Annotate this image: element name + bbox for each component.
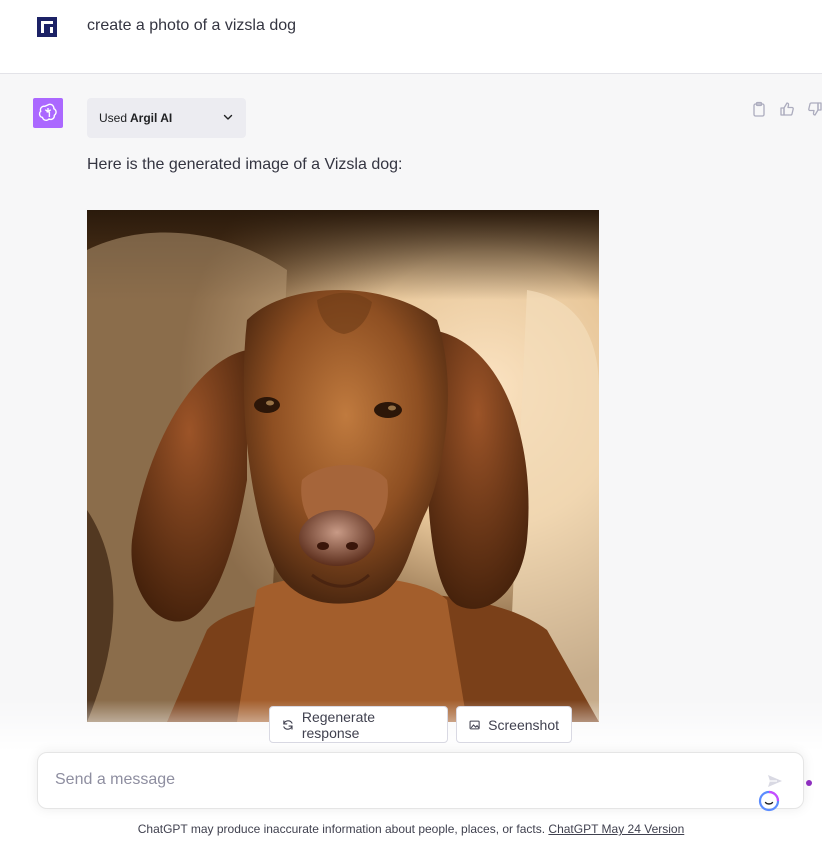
plugin-name: Argil AI xyxy=(130,111,173,125)
plugin-used-text: Used Argil AI xyxy=(99,111,173,125)
footer-disclaimer: ChatGPT may produce inaccurate informati… xyxy=(0,822,822,836)
plugin-used-toggle[interactable]: Used Argil AI xyxy=(87,98,246,138)
message-input[interactable] xyxy=(53,770,737,790)
user-avatar-icon xyxy=(36,15,60,39)
refresh-icon xyxy=(283,719,293,730)
clipboard-icon[interactable] xyxy=(751,101,767,117)
response-controls: Regenerate response Screenshot xyxy=(269,706,572,743)
openai-logo-icon xyxy=(33,98,63,128)
version-link[interactable]: ChatGPT May 24 Version xyxy=(548,822,684,836)
screenshot-label: Screenshot xyxy=(488,716,559,733)
message-composer xyxy=(37,752,804,809)
extension-assistant-icon[interactable] xyxy=(758,790,780,812)
user-message-row: create a photo of a vizsla dog xyxy=(0,0,822,74)
regenerate-response-button[interactable]: Regenerate response xyxy=(269,706,448,743)
regenerate-label: Regenerate response xyxy=(301,708,376,741)
thumbs-down-icon[interactable] xyxy=(807,101,822,117)
disclaimer-text: ChatGPT may produce inaccurate informati… xyxy=(137,822,546,836)
generated-vizsla-image[interactable] xyxy=(87,210,599,722)
assistant-response-text: Here is the generated image of a Vizsla … xyxy=(87,156,403,173)
user-message-text: create a photo of a vizsla dog xyxy=(87,17,297,34)
send-icon[interactable] xyxy=(767,773,783,789)
notification-dot xyxy=(806,780,812,786)
screenshot-button[interactable]: Screenshot xyxy=(456,706,572,743)
message-actions xyxy=(751,101,822,117)
chevron-down-icon xyxy=(222,111,234,126)
chat-page: create a photo of a vizsla dog Used Argil… xyxy=(0,0,822,847)
image-icon xyxy=(469,720,480,729)
thumbs-up-icon[interactable] xyxy=(779,101,795,117)
